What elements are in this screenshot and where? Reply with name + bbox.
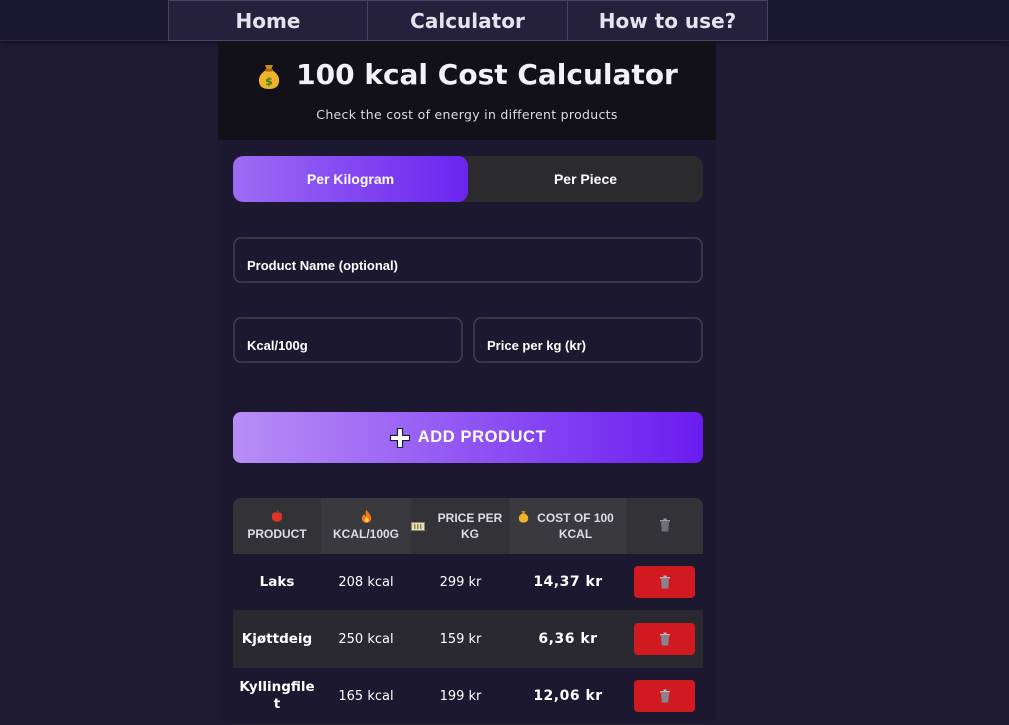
delete-cell — [626, 623, 703, 655]
product-name-cell: Laks — [259, 573, 295, 590]
column-header-delete — [626, 498, 703, 554]
kcal-cell: 250 kcal — [338, 631, 394, 647]
banknote-icon — [411, 521, 425, 531]
page-title: 100 kcal Cost Calculator — [296, 58, 678, 91]
table-row: Laks 208 kcal 299 kr 14,37 kr — [233, 554, 703, 611]
mode-tabs: Per Kilogram Per Piece — [233, 156, 703, 202]
kcal-input[interactable] — [235, 319, 461, 361]
calculator-panel: $ 100 kcal Cost Calculator Check the cos… — [218, 41, 716, 725]
cost-cell: 14,37 kr — [533, 574, 603, 590]
price-field[interactable]: Price per kg (kr) — [473, 317, 703, 363]
price-cell: 299 kr — [439, 574, 482, 590]
trash-icon — [659, 632, 670, 646]
nav-item-home[interactable]: Home — [168, 0, 368, 41]
tab-per-piece[interactable]: Per Piece — [468, 156, 703, 202]
trash-icon — [659, 575, 670, 589]
column-header-price: PRICE PER KG — [411, 498, 510, 554]
cost-cell: 12,06 kr — [533, 688, 603, 704]
column-header-cost: COST OF 100 KCAL — [510, 498, 626, 554]
kcal-cell: 208 kcal — [338, 574, 394, 590]
apple-icon — [271, 510, 283, 526]
delete-row-button[interactable] — [634, 680, 695, 712]
table-header: PRODUCT KCAL/100G PRICE PER KG COST OF 1… — [233, 498, 703, 554]
trash-icon — [659, 518, 671, 535]
nav-item-how-to-use[interactable]: How to use? — [568, 0, 768, 41]
money-bag-icon: $ — [256, 62, 282, 89]
price-input[interactable] — [475, 319, 701, 361]
trash-icon — [659, 689, 670, 703]
nav-menu: Home Calculator How to use? — [168, 0, 768, 41]
kcal-field[interactable]: Kcal/100g — [233, 317, 463, 363]
column-header-product: PRODUCT — [233, 498, 321, 554]
table-row: Kyllingfilet 165 kcal 199 kr 12,06 kr — [233, 668, 703, 725]
delete-row-button[interactable] — [634, 566, 695, 598]
cost-cell: 6,36 kr — [538, 631, 598, 647]
page-subtitle: Check the cost of energy in different pr… — [316, 107, 618, 122]
price-cell: 159 kr — [439, 631, 482, 647]
plus-icon — [389, 427, 410, 448]
page-title-row: $ 100 kcal Cost Calculator — [218, 58, 716, 91]
add-product-label: ADD PRODUCT — [417, 428, 547, 446]
table-row: Kjøttdeig 250 kcal 159 kr 6,36 kr — [233, 611, 703, 668]
delete-cell — [626, 566, 703, 598]
product-name-field[interactable]: Product Name (optional) — [233, 237, 703, 283]
product-name-input[interactable] — [235, 239, 701, 281]
calculator-header: $ 100 kcal Cost Calculator Check the cos… — [218, 41, 716, 140]
kcal-cell: 165 kcal — [338, 688, 394, 704]
add-product-button[interactable]: ADD PRODUCT — [233, 412, 703, 463]
svg-text:$: $ — [265, 75, 273, 88]
top-navigation-bar: Home Calculator How to use? — [0, 0, 1009, 41]
fire-icon — [361, 510, 372, 526]
product-name-cell: Kyllingfilet — [239, 679, 315, 712]
product-name-cell: Kjøttdeig — [241, 630, 313, 647]
products-table: PRODUCT KCAL/100G PRICE PER KG COST OF 1… — [233, 498, 703, 725]
delete-cell — [626, 680, 703, 712]
tab-per-kilogram[interactable]: Per Kilogram — [233, 156, 468, 202]
money-bag-icon — [518, 510, 529, 523]
column-header-kcal: KCAL/100G — [321, 498, 411, 554]
delete-row-button[interactable] — [634, 623, 695, 655]
price-cell: 199 kr — [439, 688, 482, 704]
nav-item-calculator[interactable]: Calculator — [368, 0, 568, 41]
